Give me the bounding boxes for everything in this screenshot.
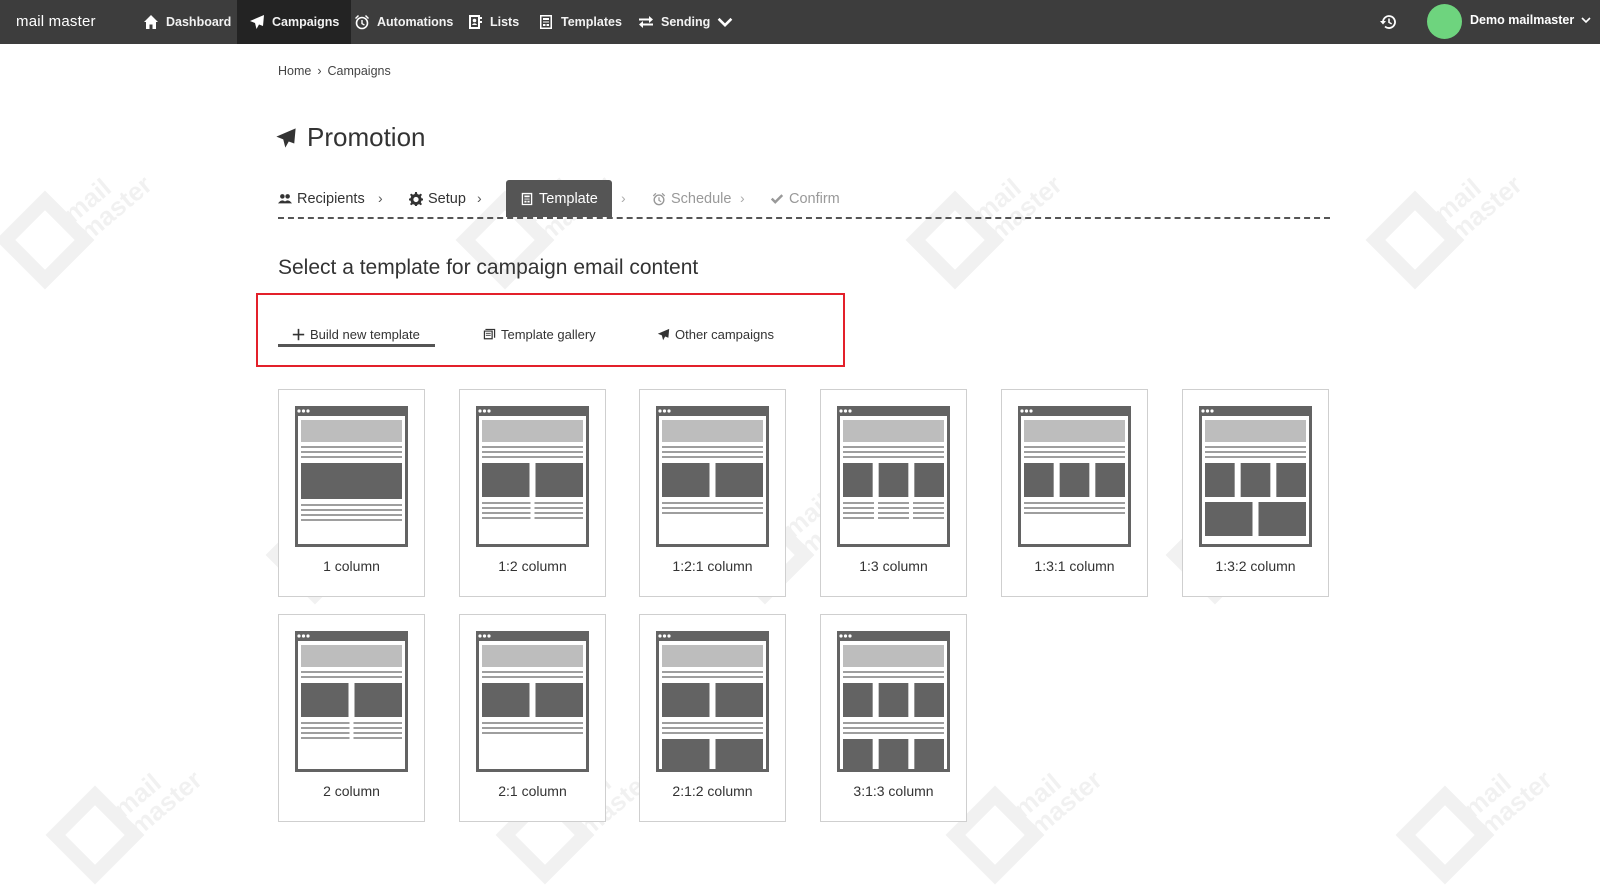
layout-thumbnail — [476, 406, 589, 547]
nav-campaigns-label: Campaigns — [272, 15, 340, 29]
watermark-logo: mailmaster — [1365, 165, 1540, 295]
layout-thumbnail — [1018, 406, 1131, 547]
section-heading: Select a template for campaign email con… — [278, 256, 699, 279]
template-layout-card[interactable]: 1:3 column — [820, 389, 967, 597]
nav-automations[interactable]: Automations — [354, 0, 453, 44]
active-tab-underline — [278, 344, 435, 347]
template-layout-card[interactable]: 1:2:1 column — [639, 389, 786, 597]
alarm-clock-icon — [355, 15, 369, 30]
plus-icon — [292, 328, 305, 340]
chevron-down-icon — [1581, 17, 1591, 24]
template-icon — [540, 15, 552, 29]
gear-icon — [409, 191, 423, 206]
watermark-logo: mailmaster — [0, 165, 170, 295]
paper-plane-icon — [276, 127, 296, 148]
nav-lists-label: Lists — [490, 15, 520, 29]
transfer-arrows-icon — [639, 16, 653, 28]
app-logo[interactable]: mail master — [16, 13, 96, 30]
address-book-icon — [469, 15, 482, 29]
tab-gallery-label: Template gallery — [501, 326, 596, 342]
user-name: Demo mailmaster — [1470, 13, 1575, 27]
checkmark-icon — [770, 193, 784, 204]
nav-dashboard-label: Dashboard — [166, 15, 232, 29]
users-icon — [278, 193, 292, 203]
layout-thumbnail — [837, 631, 950, 772]
watermark-logo: mailmaster — [1395, 760, 1570, 890]
nav-automations-label: Automations — [377, 15, 454, 29]
breadcrumb-campaigns[interactable]: Campaigns — [328, 64, 391, 78]
layout-thumbnail — [656, 631, 769, 772]
template-layout-card[interactable]: 2 column — [278, 614, 425, 822]
step-template-label: Template — [539, 190, 598, 207]
tab-other-campaigns[interactable]: Other campaigns — [657, 320, 774, 348]
layout-thumbnail — [295, 406, 408, 547]
tab-other-label: Other campaigns — [675, 326, 774, 342]
nav-lists[interactable]: Lists — [467, 0, 519, 44]
layout-card-label: 2:1:2 column — [672, 783, 753, 799]
nav-campaigns[interactable]: Campaigns — [237, 0, 352, 44]
user-menu[interactable]: Demo mailmaster — [1470, 0, 1591, 40]
template-layout-card[interactable]: 3:1:3 column — [820, 614, 967, 822]
layout-card-label: 2:1 column — [498, 783, 567, 799]
step-setup-label: Setup — [428, 190, 466, 207]
tab-template-gallery[interactable]: Template gallery — [483, 320, 596, 348]
nav-sending-label: Sending — [661, 15, 711, 29]
step-separator: › — [378, 190, 383, 206]
layout-thumbnail — [837, 406, 950, 547]
layout-thumbnail — [295, 631, 408, 772]
gallery-icon — [483, 328, 496, 339]
paper-plane-icon — [250, 15, 264, 29]
step-confirm[interactable]: Confirm — [770, 180, 840, 217]
tab-build-label: Build new template — [310, 326, 420, 342]
step-separator: › — [621, 190, 626, 206]
step-recipients-label: Recipients — [297, 190, 365, 207]
nav-templates[interactable]: Templates — [538, 0, 622, 44]
step-separator: › — [740, 190, 745, 206]
page-title-text: Promotion — [307, 122, 426, 152]
step-separator: › — [477, 190, 482, 206]
chevron-down-icon — [718, 17, 733, 28]
top-navigation: mail master Dashboard Campaigns Automati… — [0, 0, 1600, 44]
template-icon — [521, 192, 533, 205]
layout-card-label: 1:2 column — [498, 558, 567, 574]
layout-thumbnail — [1199, 406, 1312, 547]
nav-templates-label: Templates — [561, 15, 622, 29]
watermark-logo: mailmaster — [945, 760, 1120, 890]
page-title: Promotion — [275, 122, 426, 153]
step-schedule[interactable]: Schedule — [652, 180, 731, 217]
breadcrumb-separator: › — [317, 64, 322, 78]
watermark-logo: mailmaster — [45, 760, 220, 890]
layout-card-label: 2 column — [323, 783, 380, 799]
step-setup[interactable]: Setup — [409, 180, 466, 217]
layout-card-label: 1:3:2 column — [1215, 558, 1296, 574]
step-confirm-label: Confirm — [789, 190, 840, 207]
step-schedule-label: Schedule — [671, 190, 732, 207]
breadcrumb: Home › Campaigns — [278, 64, 391, 78]
layout-card-label: 1:3 column — [859, 558, 928, 574]
nav-dashboard[interactable]: Dashboard — [143, 0, 231, 44]
layout-card-label: 1:2:1 column — [672, 558, 753, 574]
template-layout-card[interactable]: 1:3:2 column — [1182, 389, 1329, 597]
step-template[interactable]: Template — [506, 180, 612, 217]
history-icon[interactable] — [1379, 12, 1399, 32]
template-layout-card[interactable]: 1:3:1 column — [1001, 389, 1148, 597]
template-layout-card[interactable]: 1:2 column — [459, 389, 606, 597]
home-icon — [144, 15, 158, 29]
layout-card-label: 3:1:3 column — [853, 783, 934, 799]
layout-card-label: 1:3:1 column — [1034, 558, 1115, 574]
template-layout-card[interactable]: 2:1:2 column — [639, 614, 786, 822]
template-layout-card[interactable]: 2:1 column — [459, 614, 606, 822]
alarm-clock-icon — [652, 192, 666, 205]
breadcrumb-home[interactable]: Home — [278, 64, 311, 78]
campaign-steps: Recipients › Setup › Template › Schedule… — [278, 180, 1330, 219]
step-recipients[interactable]: Recipients — [278, 180, 365, 217]
layout-thumbnail — [656, 406, 769, 547]
avatar[interactable] — [1427, 4, 1462, 39]
nav-sending[interactable]: Sending — [638, 0, 733, 44]
layout-thumbnail — [476, 631, 589, 772]
template-layout-card[interactable]: 1 column — [278, 389, 425, 597]
paper-plane-icon — [657, 328, 670, 340]
layout-card-label: 1 column — [323, 558, 380, 574]
